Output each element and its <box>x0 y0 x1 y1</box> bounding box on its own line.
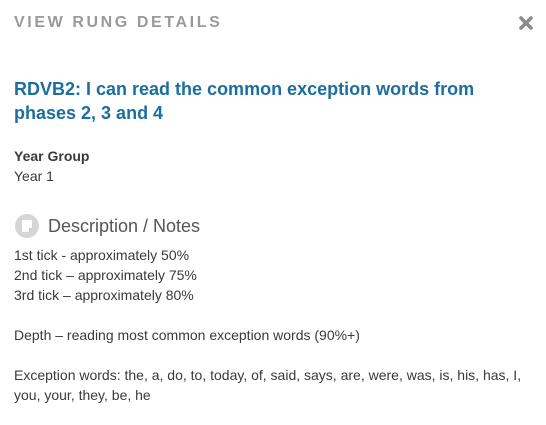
year-group-value: Year 1 <box>14 168 54 184</box>
close-icon[interactable] <box>518 14 534 32</box>
rung-details-modal: VIEW RUNG DETAILS RDVB2: I can read the … <box>0 0 546 425</box>
notes-line <box>14 345 536 365</box>
notes-line: Depth – reading most common exception wo… <box>14 327 360 343</box>
notes-line: 1st tick - approximately 50% <box>14 247 190 263</box>
notes-line: Exception words: the, a, do, to, today, … <box>14 367 522 403</box>
notes-line: 2nd tick – approximately 75% <box>14 267 197 283</box>
notes-heading: Description / Notes <box>14 212 200 240</box>
year-group-label: Year Group <box>14 148 90 164</box>
modal-header: VIEW RUNG DETAILS <box>14 14 223 31</box>
notes-body: 1st tick - approximately 50% 2nd tick – … <box>14 245 536 405</box>
notes-line <box>14 305 536 325</box>
notes-line: 3rd tick – approximately 80% <box>14 287 194 303</box>
notes-heading-text: Description / Notes <box>48 216 201 236</box>
note-icon <box>14 213 40 239</box>
rung-title: RDVB2: I can read the common exception w… <box>14 79 475 123</box>
